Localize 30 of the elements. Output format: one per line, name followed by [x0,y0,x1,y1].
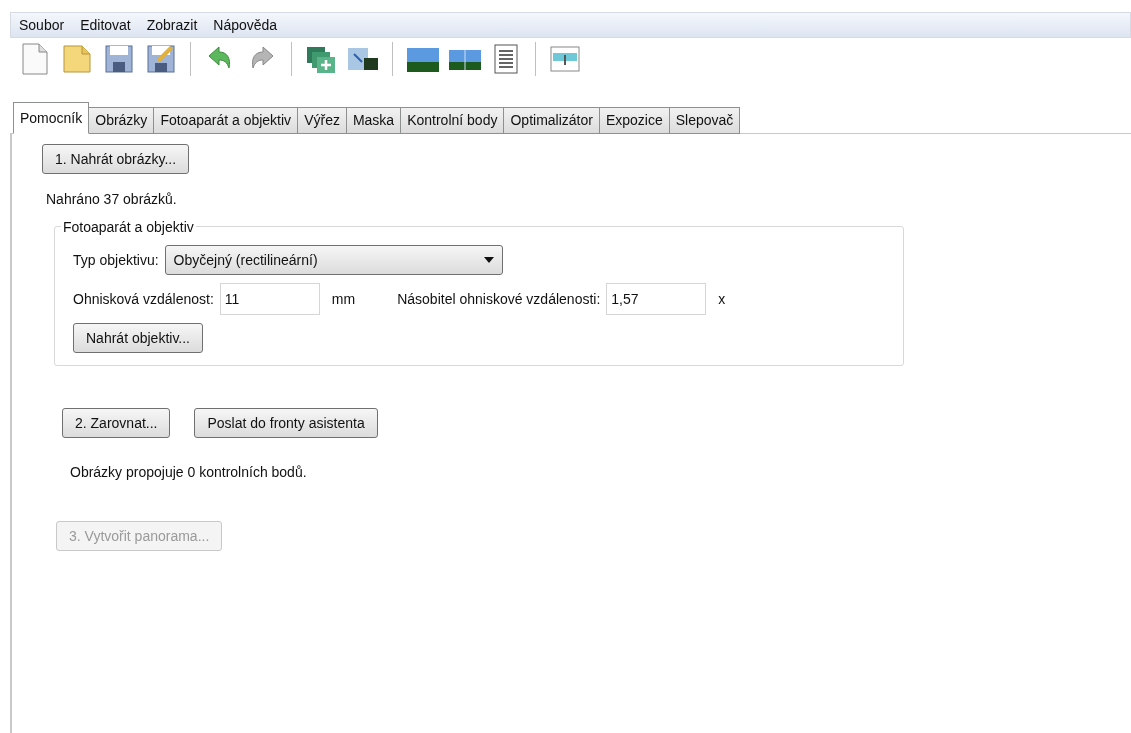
load-images-button[interactable]: 1. Nahrát obrázky... [42,144,190,174]
menu-item[interactable]: Editovat [80,14,131,36]
tab[interactable]: Obrázky [88,107,155,134]
loaded-status: Nahráno 37 obrázků. [46,190,177,209]
dropdown-caret-icon [483,257,494,263]
tab[interactable]: Fotoaparát a objektiv [153,107,299,134]
menu-item[interactable]: Soubor [19,14,65,36]
align-button[interactable]: 2. Zarovnat... [62,408,171,438]
unit-label: mm [331,289,356,309]
tab[interactable]: Optimalizátor [503,107,600,134]
tab[interactable]: Pomocník [13,102,90,134]
tab[interactable]: Maska [345,107,402,134]
send-to-queue-button[interactable]: Poslat do fronty asistenta [194,408,378,438]
tab[interactable]: Kontrolní body [400,107,505,134]
lens-type-dropdown[interactable]: Obyčejný (rectilineární) [164,245,503,275]
crop-factor-field[interactable]: 1,57 [606,283,707,315]
save-as-icon[interactable] [144,42,178,76]
load-lens-button[interactable]: Nahrát objektiv... [73,323,203,353]
tab[interactable]: Expozice [598,107,670,134]
tab[interactable]: Slepovač [668,107,741,134]
unit-label: x [718,289,726,309]
focal-length-field[interactable]: 11 [219,283,320,315]
menu-item[interactable]: Zobrazit [146,14,198,36]
save-icon[interactable] [102,42,136,76]
field-label: Ohnisková vzdálenost: [73,289,214,309]
field-label: Typ objektivu: [73,250,159,270]
menu-item[interactable]: Nápověda [213,14,278,36]
control-points-status: Obrázky propojuje 0 kontrolních bodů. [70,463,307,482]
field-label: Násobitel ohniskové vzdálenosti: [397,289,601,309]
tab[interactable]: Výřez [297,107,347,134]
